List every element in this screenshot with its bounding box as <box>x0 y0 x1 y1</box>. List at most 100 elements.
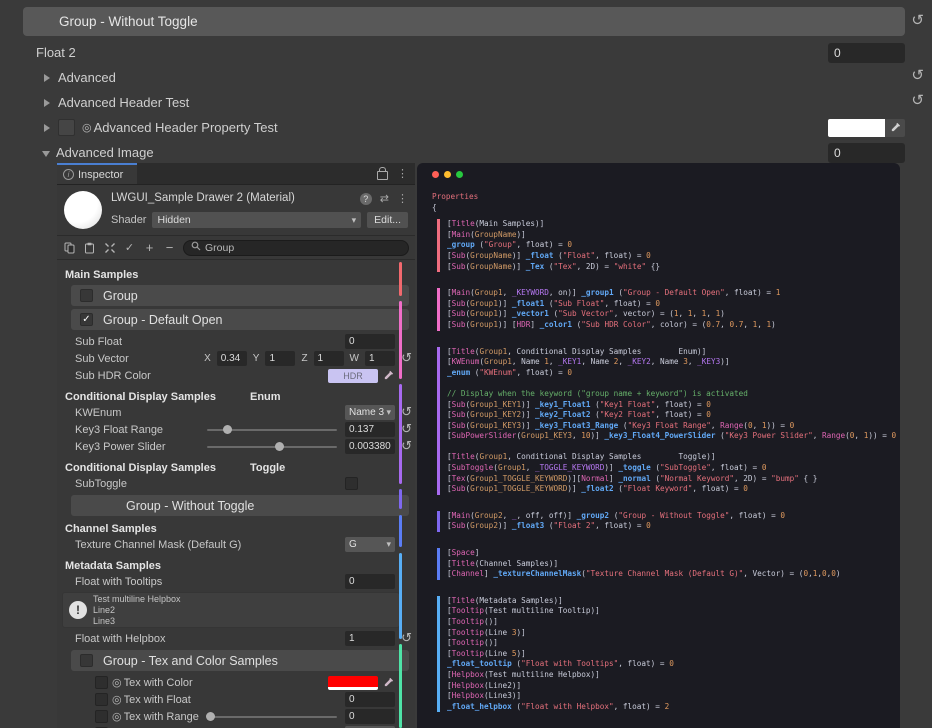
section-label: Conditional Display SamplesEnum <box>57 389 415 404</box>
group-header-bar[interactable]: Group - Without Toggle <box>23 7 905 36</box>
collapse-all-icon[interactable] <box>103 241 116 254</box>
slider-track[interactable] <box>207 446 337 448</box>
vector-field[interactable]: 1 <box>314 351 344 366</box>
reset-button[interactable] <box>401 405 412 418</box>
code-line: // Display when the keyword ("group name… <box>447 389 896 400</box>
foldout-label: Advanced Header Test <box>58 95 905 110</box>
value-field[interactable]: 0.003380 <box>345 439 395 454</box>
material-title: LWGUI_Sample Drawer 2 (Material) <box>111 192 295 204</box>
value-field[interactable]: 0.137 <box>345 422 395 437</box>
embedded-screenshot: i Inspector LWGUI_Sample Drawer 2 (Mater… <box>57 163 900 728</box>
paste-icon[interactable] <box>83 241 96 254</box>
slider-handle[interactable] <box>223 425 232 434</box>
hdr-color-swatch[interactable]: HDR <box>328 369 378 383</box>
value-field[interactable]: 0 <box>828 43 905 63</box>
edit-button[interactable]: Edit... <box>367 212 408 228</box>
group-header[interactable]: Group - Without Toggle <box>71 495 409 516</box>
reset-button[interactable] <box>911 13 924 28</box>
group-header[interactable]: Group - Tex and Color Samples <box>71 650 409 671</box>
group-checkbox[interactable] <box>80 654 93 667</box>
search-input[interactable]: Group <box>183 240 409 256</box>
code-line: [Main(Group1, _KEYWORD, on)] _group1 ("G… <box>447 288 896 299</box>
foldout-arrow-icon[interactable] <box>44 99 50 107</box>
foldout-row[interactable]: Advanced Image 0 <box>0 140 932 165</box>
checkmark-icon[interactable]: ✓ <box>123 241 136 254</box>
group-checkbox[interactable] <box>80 289 93 302</box>
add-icon[interactable]: + <box>143 241 156 254</box>
reset-button[interactable] <box>911 93 924 108</box>
color-swatch[interactable] <box>328 676 378 690</box>
slider-track[interactable] <box>207 716 337 718</box>
preset-icon[interactable] <box>380 192 389 205</box>
code-line: [Channel] _textureChannelMask("Texture C… <box>447 569 896 580</box>
value-field[interactable]: 0 <box>828 143 905 163</box>
material-preview-sphere[interactable] <box>64 191 102 229</box>
vector-field[interactable]: 1 <box>265 351 295 366</box>
section-label-text: Metadata Samples <box>65 560 161 572</box>
shader-code-panel: Properties { [Title(Main Samples)][Main(… <box>417 163 900 728</box>
section-label: Main Samples <box>57 267 415 282</box>
vector-field[interactable]: 0.34 <box>217 351 247 366</box>
helpbox: !Test multiline HelpboxLine2Line3 <box>62 592 400 628</box>
kebab-menu-icon[interactable] <box>397 167 408 180</box>
foldout-arrow-icon[interactable] <box>42 151 50 157</box>
tab-label: Inspector <box>78 169 123 181</box>
lock-icon[interactable] <box>377 171 388 180</box>
toggle-checkbox[interactable] <box>345 477 358 490</box>
value-field[interactable]: 0 <box>345 574 395 589</box>
header-property-checkbox[interactable] <box>58 119 75 136</box>
section-color-marker <box>399 384 402 484</box>
slider-handle[interactable] <box>275 442 284 451</box>
object-picker-icon[interactable] <box>112 693 122 706</box>
foldout-row[interactable]: Advanced <box>0 65 932 90</box>
group-checkbox[interactable] <box>80 313 93 326</box>
foldout-row[interactable]: Advanced Header Test <box>0 90 932 115</box>
texture-thumb[interactable] <box>95 676 108 689</box>
texture-thumb[interactable] <box>95 693 108 706</box>
property-row: Key3 Float Range0.137 <box>57 421 415 438</box>
eyedropper-button[interactable] <box>885 119 905 137</box>
group-header[interactable]: Group - Default Open <box>71 309 409 330</box>
value-field[interactable]: 0 <box>345 334 395 349</box>
code-properties-keyword: Properties <box>432 192 896 203</box>
shader-label: Shader <box>111 214 146 226</box>
object-picker-icon <box>82 121 92 134</box>
kebab-menu-icon[interactable] <box>397 192 408 205</box>
eyedropper-icon[interactable] <box>382 676 395 689</box>
object-picker-icon[interactable] <box>112 710 122 723</box>
code-line: [Space] <box>447 548 896 559</box>
reset-button[interactable] <box>401 422 412 435</box>
texture-thumb[interactable] <box>95 710 108 723</box>
color-swatch[interactable] <box>828 119 905 137</box>
foldout-arrow-icon[interactable] <box>44 74 50 82</box>
value-field[interactable]: 1 <box>345 631 395 646</box>
reset-button[interactable] <box>401 351 412 364</box>
foldout-row[interactable]: Advanced Header Property Test <box>0 115 932 140</box>
dropdown[interactable]: G <box>345 537 395 552</box>
property-row: Float with Tooltips0 <box>57 573 415 590</box>
value-field[interactable]: 0 <box>345 709 395 724</box>
object-picker-icon[interactable] <box>112 676 122 689</box>
foldout-arrow-icon[interactable] <box>44 124 50 132</box>
shader-dropdown[interactable]: Hidden <box>152 212 361 228</box>
tab-inspector[interactable]: i Inspector <box>57 163 137 184</box>
remove-icon[interactable]: − <box>163 241 176 254</box>
help-icon[interactable]: ? <box>360 193 372 205</box>
property-row: Texture Channel Mask (Default G)G <box>57 536 415 553</box>
eyedropper-icon[interactable] <box>382 369 395 382</box>
section-label-text: Main Samples <box>65 269 138 281</box>
vector-field[interactable]: 1 <box>365 351 395 366</box>
slider-handle[interactable] <box>206 712 215 721</box>
value-field[interactable]: 0 <box>345 692 395 707</box>
slider-track[interactable] <box>207 429 337 431</box>
copy-icon[interactable] <box>63 241 76 254</box>
section-sublabel: Enum <box>250 391 281 403</box>
color-swatch-white[interactable] <box>828 119 885 137</box>
eyedropper-icon <box>889 121 902 134</box>
dropdown[interactable]: Name 3 <box>345 405 395 420</box>
reset-button[interactable] <box>911 68 924 83</box>
reset-button[interactable] <box>401 631 412 644</box>
code-line: [Sub(GroupName)] _float ("Float", float)… <box>447 251 896 262</box>
reset-button[interactable] <box>401 439 412 452</box>
group-header[interactable]: Group <box>71 285 409 306</box>
